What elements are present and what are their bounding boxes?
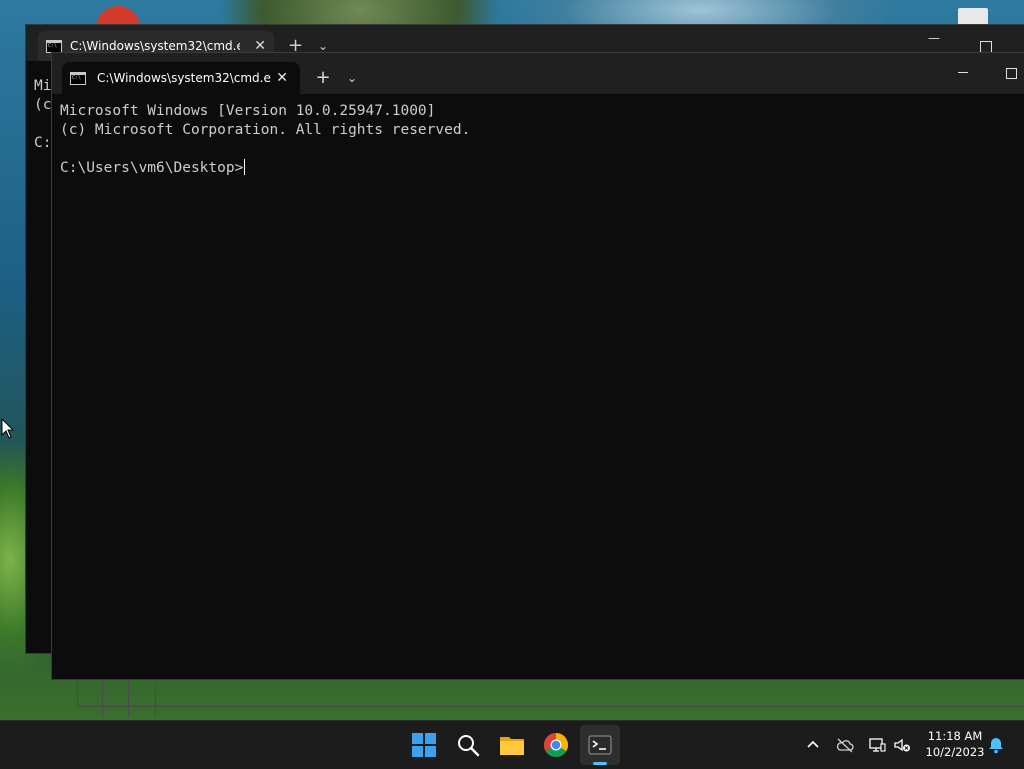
taskbar: 11:18 AM 10/2/2023 — [0, 720, 1024, 769]
mouse-pointer-icon — [1, 418, 15, 439]
tab-cmd[interactable]: C:\Windows\system32\cmd.e ✕ — [62, 62, 300, 94]
search-button[interactable] — [448, 725, 488, 765]
clock-date: 10/2/2023 — [925, 745, 985, 759]
start-icon — [412, 733, 436, 757]
notification-bell-icon[interactable] — [986, 735, 1006, 755]
text-cursor — [244, 159, 246, 175]
terminal-window[interactable]: C:\Windows\system32\cmd.e ✕ + ⌄ Microsof… — [51, 52, 1024, 680]
tab-close-icon[interactable]: ✕ — [276, 62, 288, 94]
ghost-divider — [128, 678, 129, 718]
terminal-taskbar-button[interactable] — [580, 725, 620, 765]
maximize-button[interactable] — [1006, 68, 1017, 79]
start-button[interactable] — [404, 725, 444, 765]
window-ghost-outline — [77, 678, 1024, 707]
chrome-button[interactable] — [536, 725, 576, 765]
window-titlebar[interactable]: C:\Windows\system32\cmd.e ✕ + ⌄ — [52, 53, 1024, 94]
search-icon — [458, 735, 480, 757]
active-app-indicator — [593, 762, 607, 765]
volume-muted-icon[interactable] — [892, 735, 912, 755]
cloud-offline-icon[interactable] — [835, 735, 855, 755]
background-minimize-button[interactable]: — — [928, 31, 940, 45]
terminal-line: (c) Microsoft Corporation. All rights re… — [60, 122, 471, 138]
file-explorer-icon — [500, 737, 524, 755]
background-terminal-output: Mi (c C: — [34, 78, 52, 151]
tab-title: C:\Windows\system32\cmd.e — [97, 71, 271, 85]
tab-dropdown-button[interactable]: ⌄ — [342, 62, 362, 94]
terminal-prompt: C:\Users\vm6\Desktop> — [60, 160, 244, 176]
clock-time: 11:18 AM — [927, 729, 983, 743]
terminal-icon — [588, 735, 612, 755]
cmd-icon — [70, 72, 86, 85]
chevron-up-icon[interactable] — [803, 735, 823, 755]
terminal-line: Microsoft Windows [Version 10.0.25947.10… — [60, 103, 436, 119]
terminal-output[interactable]: Microsoft Windows [Version 10.0.25947.10… — [60, 102, 470, 178]
terminal-prompt-line[interactable]: C:\Users\vm6\Desktop> — [60, 159, 470, 178]
network-icon[interactable] — [867, 735, 887, 755]
ghost-divider — [155, 678, 156, 718]
file-explorer-button[interactable] — [492, 725, 532, 765]
minimize-button[interactable] — [958, 72, 968, 73]
ghost-divider — [102, 678, 103, 718]
chrome-icon — [543, 733, 569, 758]
new-tab-button[interactable]: + — [313, 62, 333, 94]
system-clock[interactable]: 11:18 AM 10/2/2023 — [918, 728, 992, 760]
